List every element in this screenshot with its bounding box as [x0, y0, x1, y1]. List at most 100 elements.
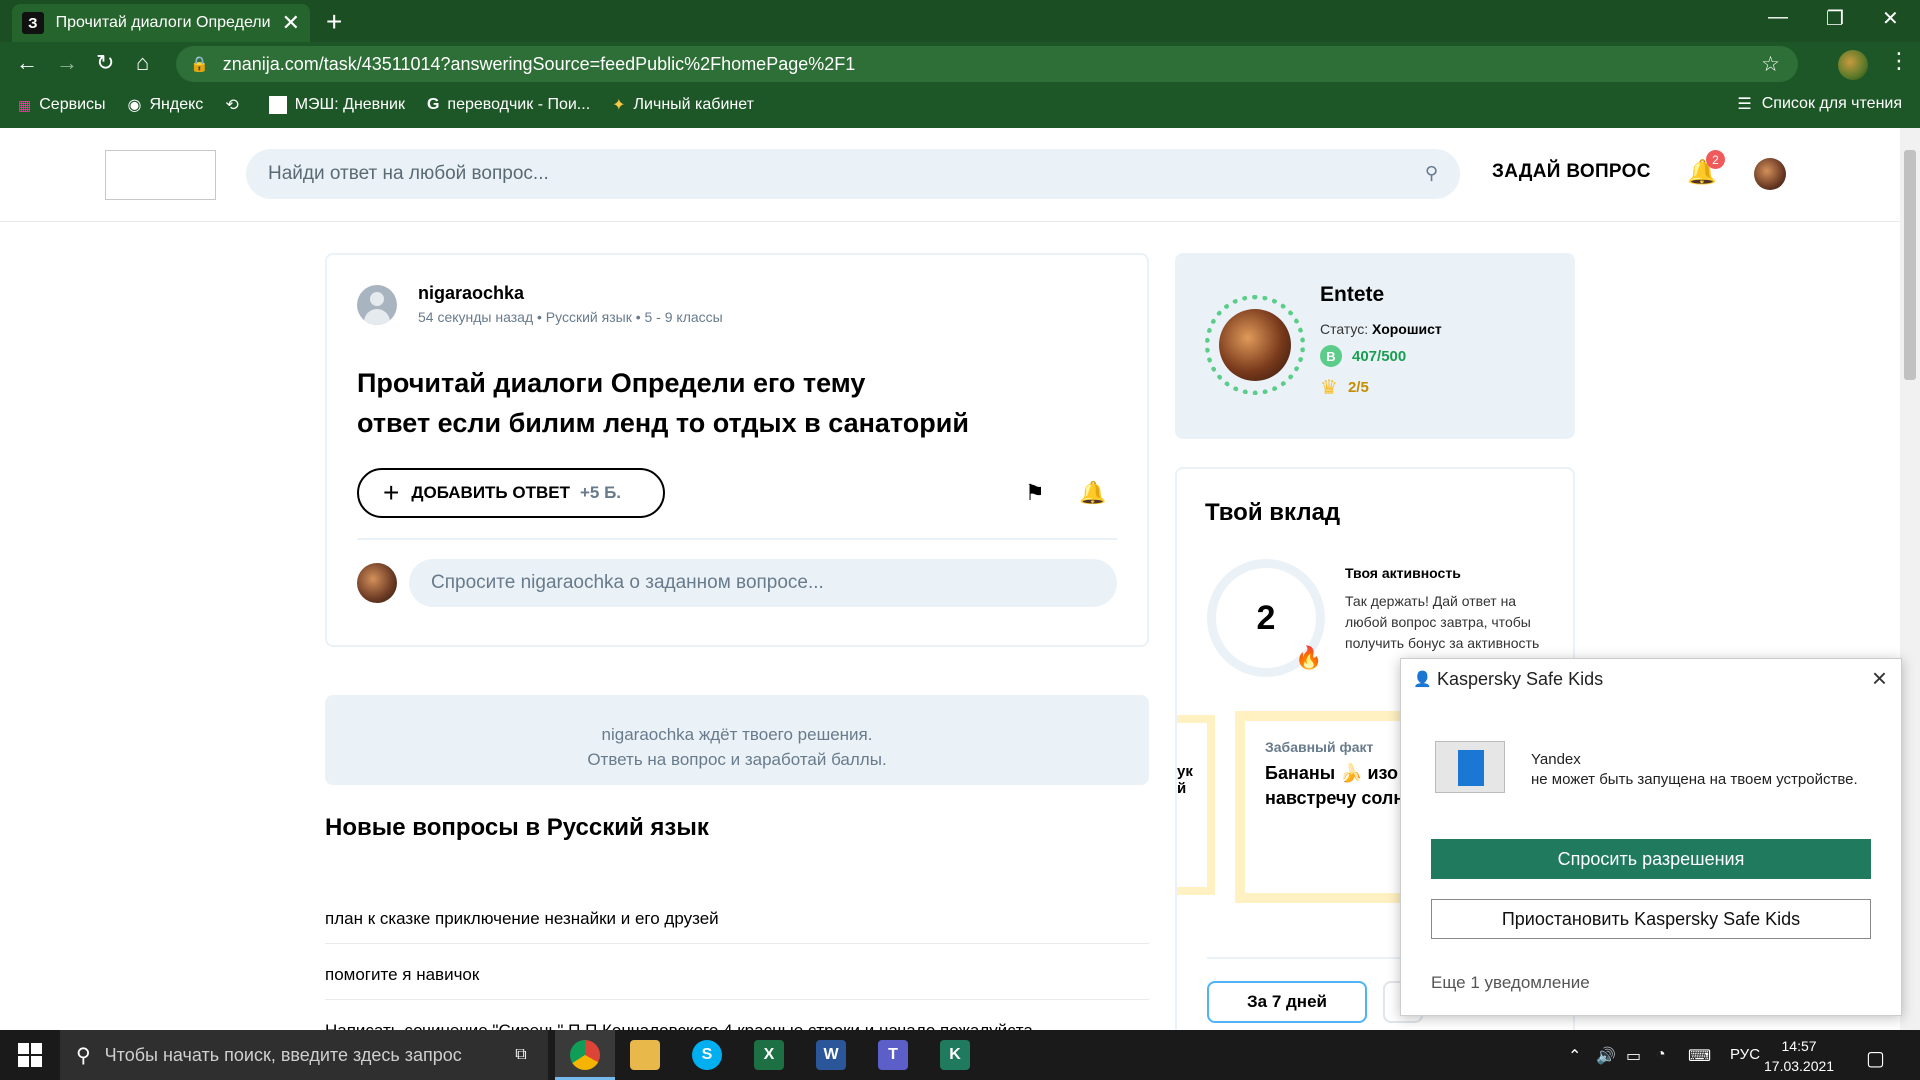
- scrollbar-thumb[interactable]: [1904, 150, 1916, 380]
- excel-icon[interactable]: X: [754, 1040, 784, 1070]
- battery-icon[interactable]: ▭: [1626, 1046, 1641, 1066]
- globe-icon: ◉: [127, 97, 142, 114]
- windows-start-icon[interactable]: [18, 1043, 42, 1067]
- bookmark-star-icon[interactable]: ☆: [1761, 52, 1780, 77]
- question-card: nigaraochka 54 секунды назад • Русский я…: [325, 253, 1149, 647]
- cabinet-icon: ✦: [612, 97, 626, 114]
- close-icon[interactable]: ×: [1872, 663, 1887, 694]
- comment-input[interactable]: Спросите nigaraochka о заданном вопросе.…: [409, 559, 1117, 607]
- browser-menu-icon[interactable]: ⋮: [1888, 48, 1910, 74]
- znanija-favicon-icon: З: [22, 12, 44, 34]
- question-title: Прочитай диалоги Определи его тему ответ…: [357, 368, 969, 438]
- windows-taskbar: ⚲ Чтобы начать поиск, введите здесь запр…: [0, 1030, 1920, 1080]
- chrome-taskbar-icon[interactable]: [570, 1040, 600, 1070]
- user-card: Entete Статус: Хорошист B 407/500 ♛ 2/5: [1175, 253, 1575, 439]
- follow-bell-icon[interactable]: 🔔: [1079, 480, 1106, 506]
- bookmark-history[interactable]: ⟲: [225, 95, 246, 115]
- volume-icon[interactable]: 🔊: [1596, 1046, 1616, 1066]
- points-icon: B: [1320, 345, 1342, 367]
- list-item[interactable]: план к сказке приключение незнайки и его…: [325, 909, 1149, 944]
- current-user-avatar: [357, 563, 397, 603]
- taskbar-search-input[interactable]: ⚲ Чтобы начать поиск, введите здесь запр…: [60, 1030, 548, 1080]
- fire-icon: 🔥: [1295, 645, 1323, 670]
- page-icon: [268, 96, 287, 114]
- kaspersky-taskbar-icon[interactable]: K: [940, 1040, 970, 1070]
- google-icon: G: [426, 96, 440, 113]
- user-status: Статус: Хорошист: [1320, 321, 1442, 337]
- minimize-icon[interactable]: —: [1768, 6, 1788, 29]
- kaspersky-title: Kaspersky Safe Kids: [1437, 669, 1604, 689]
- blocked-message: не может быть запущена на твоем устройст…: [1531, 771, 1858, 788]
- nav-bar: ← → ↻ ⌂ 🔒 znanija.com/task/43511014?answ…: [0, 42, 1920, 86]
- crown-icon: ♛: [1320, 377, 1338, 399]
- close-tab-icon[interactable]: ✕: [282, 10, 300, 36]
- skype-icon[interactable]: S: [692, 1040, 722, 1070]
- browser-profile-avatar[interactable]: [1838, 50, 1868, 80]
- user-rank: ♛ 2/5: [1320, 377, 1369, 399]
- question-meta: 54 секунды назад • Русский язык • 5 - 9 …: [418, 309, 723, 325]
- ask-question-button[interactable]: ЗАДАЙ ВОПРОС: [1492, 161, 1651, 183]
- word-icon[interactable]: W: [816, 1040, 846, 1070]
- url-text: znanija.com/task/43511014?answeringSourc…: [222, 53, 856, 74]
- bookmark-cabinet[interactable]: ✦ Личный кабинет: [612, 95, 754, 115]
- divider: [357, 538, 1117, 540]
- report-flag-icon[interactable]: ⚑: [1025, 480, 1045, 506]
- forward-icon[interactable]: →: [56, 50, 78, 76]
- keyboard-icon[interactable]: ⌨: [1688, 1046, 1711, 1066]
- address-bar[interactable]: 🔒 znanija.com/task/43511014?answeringSou…: [176, 46, 1798, 82]
- activity-title: Твоя активность: [1345, 565, 1461, 581]
- bookmark-yandex[interactable]: ◉ Яндекс: [128, 95, 204, 115]
- user-points: B 407/500: [1320, 345, 1406, 367]
- user-avatar[interactable]: [1219, 309, 1291, 381]
- bookmark-translator[interactable]: Gпереводчик - Пои...: [427, 96, 590, 114]
- home-icon[interactable]: ⌂: [136, 50, 149, 76]
- notification-count-badge: 2: [1706, 150, 1725, 169]
- list-item[interactable]: Написать сочинение "Сирень" П.П.Кончалов…: [325, 1021, 1149, 1030]
- notifications-icon[interactable]: ▢: [1866, 1046, 1885, 1071]
- new-tab-icon[interactable]: +: [326, 6, 342, 38]
- list-item[interactable]: помогите я навичок: [325, 965, 1149, 1000]
- bookmark-services[interactable]: ▦ Сервисы: [18, 96, 106, 114]
- tab-strip: З Прочитай диалоги Определи ег ✕ + — ❐ ✕: [0, 0, 1920, 42]
- tab-title: Прочитай диалоги Определи ег: [55, 14, 272, 31]
- new-questions-heading: Новые вопросы в Русский язык: [325, 814, 709, 841]
- plus-icon: +: [383, 477, 400, 508]
- author-avatar[interactable]: [357, 285, 397, 325]
- ask-permission-button[interactable]: Спросить разрешения: [1431, 839, 1871, 879]
- apps-grid-icon: ▦: [18, 96, 32, 113]
- waiting-banner: nigaraochka ждёт твоего решения. Ответь …: [325, 695, 1149, 785]
- lock-icon: 🔒: [190, 56, 209, 73]
- reload-icon[interactable]: ↻: [96, 50, 114, 76]
- tray-expand-icon[interactable]: ⌃: [1568, 1046, 1581, 1066]
- history-icon: ⟲: [225, 97, 239, 114]
- back-icon[interactable]: ←: [16, 50, 38, 76]
- system-clock[interactable]: 14:57 17.03.2021: [1764, 1036, 1834, 1076]
- reading-list[interactable]: ☰ Список для чтения: [1737, 94, 1902, 114]
- language-indicator[interactable]: РУС: [1730, 1046, 1760, 1063]
- close-window-icon[interactable]: ✕: [1882, 6, 1899, 31]
- more-notifications-link[interactable]: Еще 1 уведомление: [1431, 973, 1590, 993]
- add-answer-button[interactable]: + ДОБАВИТЬ ОТВЕТ +5 Б.: [357, 468, 665, 518]
- user-name[interactable]: Entete: [1320, 283, 1384, 307]
- period-7-days-button[interactable]: За 7 дней: [1207, 981, 1367, 1023]
- app-window-icon: [1435, 741, 1505, 793]
- pause-kaspersky-button[interactable]: Приостановить Kaspersky Safe Kids: [1431, 899, 1871, 939]
- bookmark-mesh[interactable]: МЭШ: Дневник: [268, 96, 405, 114]
- network-icon[interactable]: ◔: [1656, 1046, 1666, 1064]
- question-author[interactable]: nigaraochka: [418, 283, 524, 304]
- fact-card-prev[interactable]: ук й: [1177, 715, 1215, 895]
- task-view-icon[interactable]: ⧉: [506, 1040, 536, 1070]
- search-icon[interactable]: ⚲: [1425, 163, 1438, 184]
- teams-icon[interactable]: T: [878, 1040, 908, 1070]
- restore-icon[interactable]: ❐: [1826, 6, 1844, 31]
- search-placeholder: Найди ответ на любой вопрос...: [268, 163, 549, 184]
- site-search-input[interactable]: Найди ответ на любой вопрос... ⚲: [246, 149, 1460, 199]
- browser-tab[interactable]: З Прочитай диалоги Определи ег ✕: [12, 4, 310, 42]
- header-user-avatar[interactable]: [1754, 158, 1786, 190]
- browser-chrome: З Прочитай диалоги Определи ег ✕ + — ❐ ✕…: [0, 0, 1920, 128]
- file-explorer-icon[interactable]: [630, 1040, 660, 1070]
- bookmarks-bar: ▦ Сервисы ◉ Яндекс ⟲ МЭШ: Дневник Gперевод…: [0, 88, 1920, 122]
- search-icon: ⚲: [76, 1044, 91, 1067]
- site-logo[interactable]: [105, 150, 216, 200]
- contribution-heading: Твой вклад: [1205, 499, 1341, 526]
